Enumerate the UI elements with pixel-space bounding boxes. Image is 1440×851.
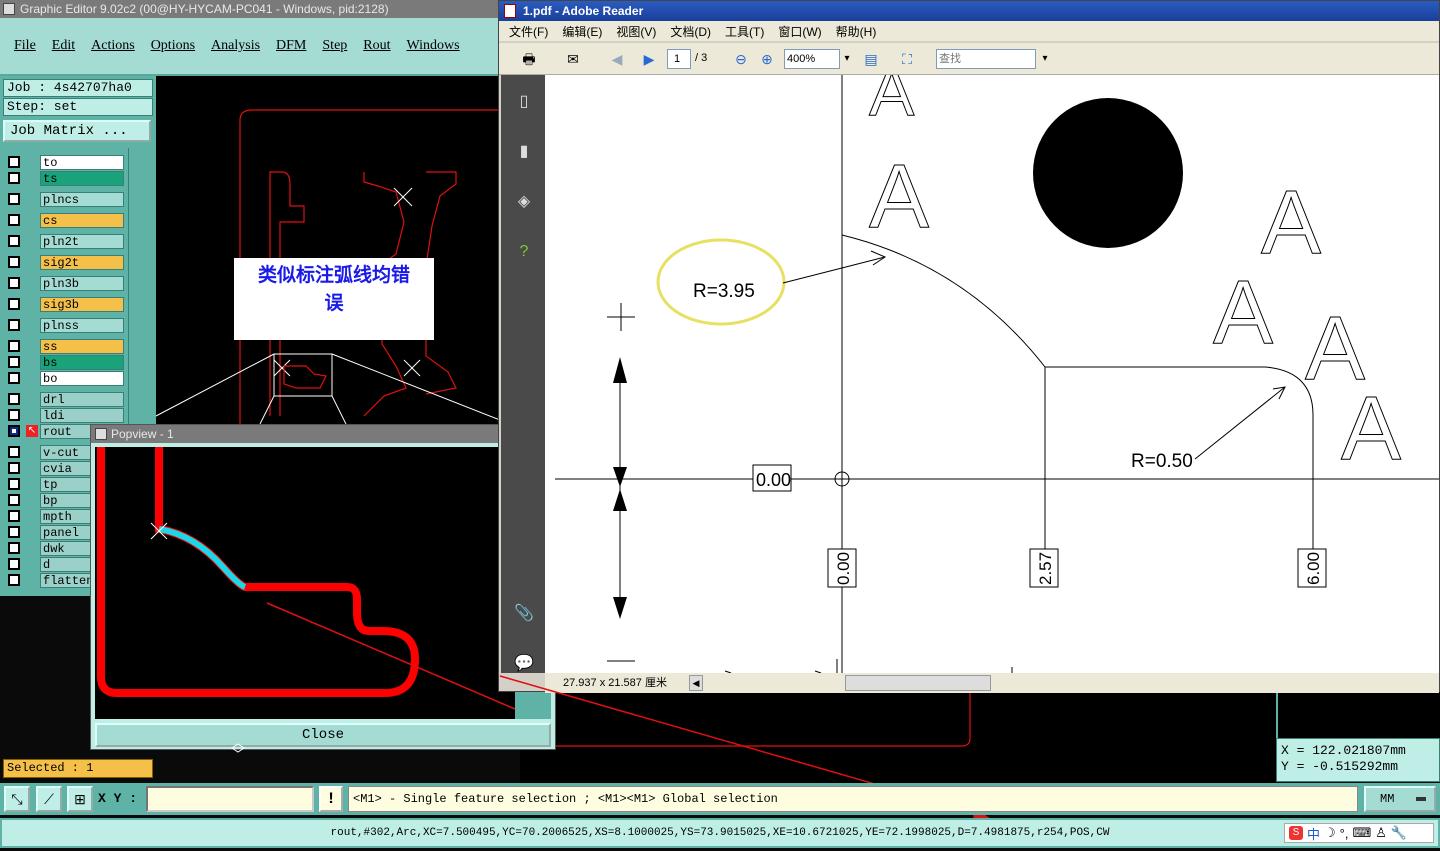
units-value: MM	[1380, 792, 1395, 806]
sogou-logo-icon[interactable]: S	[1289, 826, 1303, 840]
ime-mode[interactable]: 中	[1307, 824, 1320, 843]
coord-x: X = 122.021807mm	[1281, 743, 1406, 758]
xy-label: X Y :	[98, 791, 138, 806]
ime-toolbar[interactable]: S 中 ☽ °, ⌨ ♙ 🔧	[1284, 823, 1434, 843]
units-dropdown-icon	[1416, 797, 1426, 801]
feature-status-line: rout,#302,Arc,XC=7.500495,YC=70.2006525,…	[0, 818, 1440, 848]
moon-icon[interactable]: ☽	[1324, 825, 1336, 841]
exclamation-button[interactable]: !	[319, 786, 343, 812]
zoom-fit-icon[interactable]: ⤡	[4, 786, 30, 812]
punctuation-icon[interactable]: °,	[1340, 826, 1349, 841]
selected-count: Selected : 1	[3, 759, 153, 778]
person-icon[interactable]: ♙	[1375, 825, 1387, 841]
wrench-icon[interactable]: 🔧	[1391, 825, 1407, 841]
measure-icon[interactable]: ⟋	[36, 786, 62, 812]
desktop: Graphic Editor 9.02c2 (00@HY-HYCAM-PC041…	[0, 0, 1440, 851]
prompt-message: <M1> - Single feature selection ; <M1><M…	[348, 786, 1358, 812]
xy-input[interactable]	[146, 786, 314, 812]
units-select[interactable]: MM	[1364, 786, 1436, 812]
keyboard-icon[interactable]: ⌨	[1352, 825, 1371, 841]
grid-icon[interactable]: ⊞	[67, 786, 93, 812]
cursor-coordinates: X = 122.021807mm Y = -0.515292mm	[1276, 738, 1440, 782]
coord-y: Y = -0.515292mm	[1281, 759, 1399, 774]
pointer-arrow-overlay	[231, 675, 990, 820]
bottom-toolbar: ⤡ ⟋ ⊞ X Y : ! <M1> - Single feature sele…	[0, 783, 1440, 815]
